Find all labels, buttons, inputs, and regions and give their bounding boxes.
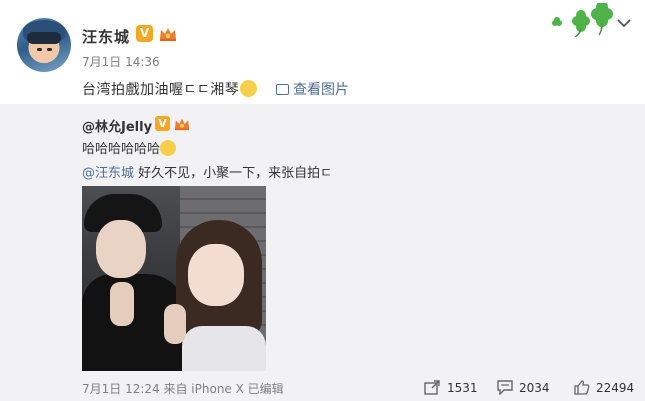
repost-button[interactable]: 1531 [424,379,478,397]
repost-text-rest: 好久不见，小聚一下，来张自拍ㄷ [134,166,333,181]
weibo-card: 汪东城 V 7月1日 14:36 台湾拍戲加油喔ㄷㄷ湘琴 查看图片 @林允Jel… [0,0,645,401]
comment-button[interactable]: 2034 [497,379,550,397]
like-button[interactable]: 22494 [574,379,634,397]
repost-text-laugh: 哈哈哈哈哈哈 [82,142,161,157]
post-text-content: 台湾拍戲加油喔ㄷㄷ湘琴 [82,82,240,98]
emoji-icon [240,80,258,97]
like-count: 22494 [596,381,635,395]
reposted-content: @林允Jelly V 哈哈哈哈哈哈 @汪东城 好久不见，小聚一下，来张自拍ㄷ [0,104,645,376]
selfie-photo[interactable] [82,186,266,371]
repost-member-crown-icon [174,118,190,131]
repost-footer: 7月1日 12:24 来自 iPhone X 已编辑 1531 2034 224… [0,376,645,401]
thumbs-up-icon [574,380,590,395]
mention-link[interactable]: @汪东城 [82,166,134,181]
member-crown-icon [160,28,176,41]
chevron-down-icon[interactable] [617,18,631,28]
repost-username[interactable]: @林允Jelly [82,116,152,135]
view-pictures-link[interactable]: 查看图片 [276,79,349,99]
image-icon [276,84,289,95]
repost-icon [424,380,440,395]
post-header: 汪东城 V 7月1日 14:36 台湾拍戲加油喔ㄷㄷ湘琴 查看图片 [0,0,645,104]
repost-text-line1: 哈哈哈哈哈哈 [82,138,177,157]
repost-text-line2: @汪东城 好久不见，小聚一下，来张自拍ㄷ [82,162,332,181]
avatar[interactable] [17,18,71,72]
comment-count: 2034 [519,381,550,395]
username[interactable]: 汪东城 [82,26,130,47]
post-timestamp[interactable]: 7月1日 14:36 [82,53,160,70]
repost-verified-badge-icon: V [155,116,170,131]
clover-decoration-icon [552,3,613,37]
view-pictures-label: 查看图片 [293,82,349,98]
comment-icon [497,380,513,396]
laughing-emoji-icon [160,140,177,156]
repost-meta[interactable]: 7月1日 12:24 来自 iPhone X 已编辑 [82,380,284,397]
repost-count: 1531 [447,381,478,395]
post-text: 台湾拍戲加油喔ㄷㄷ湘琴 [82,79,258,99]
verified-badge-icon: V [136,25,153,42]
